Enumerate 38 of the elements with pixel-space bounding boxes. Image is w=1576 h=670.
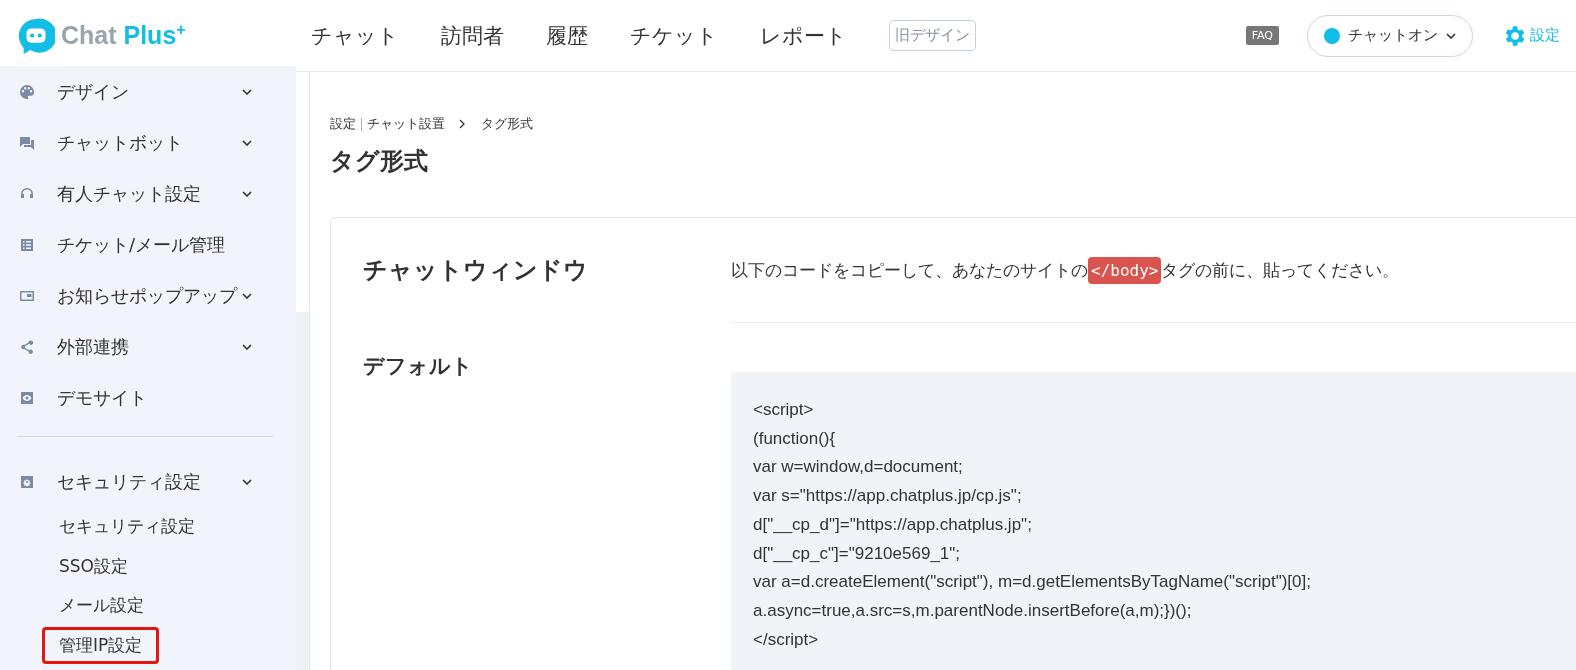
sidebar-subitem[interactable]: 管理IP設定 [42,626,160,664]
breadcrumb-link[interactable]: チャット設置 [367,115,445,133]
instruction-text: 以下のコードをコピーして、あなたのサイトの </body> タグの前に、貼ってください。 [731,258,1400,282]
nav-tab[interactable]: チケット [630,21,718,50]
nav-tab[interactable]: 履歴 [546,21,588,50]
gear-icon [19,473,35,490]
faq-button[interactable]: FAQ [1245,26,1279,45]
chat-status-dropdown[interactable]: チャットオン [1307,14,1473,57]
page-title: タグ形式 [330,146,429,177]
breadcrumb-link[interactable]: タグ形式 [481,115,533,133]
nav-tab[interactable]: チャット [311,21,399,50]
list-icon [19,236,35,253]
breadcrumb-link[interactable]: 設定 [330,115,356,133]
sidebar-item[interactable]: デモサイト [0,372,296,423]
sidebar-item[interactable]: チケット/メール管理 [0,219,296,270]
chat-icon [19,134,35,151]
share-icon [19,338,35,355]
sidebar-item[interactable]: デザイン [0,66,296,117]
section-title: チャットウィンドウ [362,255,589,286]
sidebar-subitem[interactable]: セキュリティ設定 [42,508,212,546]
nav-tab[interactable]: レポート [760,21,847,50]
sidebar-item[interactable]: 有人チャット設定 [0,168,296,219]
scrollbar-thumb[interactable] [296,312,309,670]
sidebar-item[interactable]: お知らせポップアップ [0,270,296,321]
sidebar-item[interactable]: セキュリティ設定 [0,456,296,507]
breadcrumb-separator-icon [459,119,465,129]
chat-bubble-logo-icon [17,16,55,55]
nav-tab[interactable]: 訪問者 [441,21,504,50]
sidebar-subitem[interactable]: SSO設定 [42,547,145,585]
sidebar-item[interactable]: 外部連携 [0,321,296,372]
palette-icon [19,83,35,100]
chevron-down-icon [1446,32,1456,39]
default-label: デフォルト [362,353,474,380]
sidebar-item[interactable]: チャットボット [0,117,296,168]
logo-text: Chat Plus$^{+}$ [61,20,186,51]
code-block: <script> (function(){ var w=window,d=document; var s="https://app.chatplus.jp/cp.js"; d["__cp_d"]="https://app.chatplus.jp"; d["__cp_c"]="9210e569_1"; var a=d.createElement("script"), m=d.getElementsByTagName("script")[0]; a.async=true,a.src=s,m.parentNode.insertBefore(a,m);})(); </script> [731,372,1576,670]
sidebar-subitem[interactable]: メール設定 [42,587,161,625]
eye-icon [19,389,35,406]
